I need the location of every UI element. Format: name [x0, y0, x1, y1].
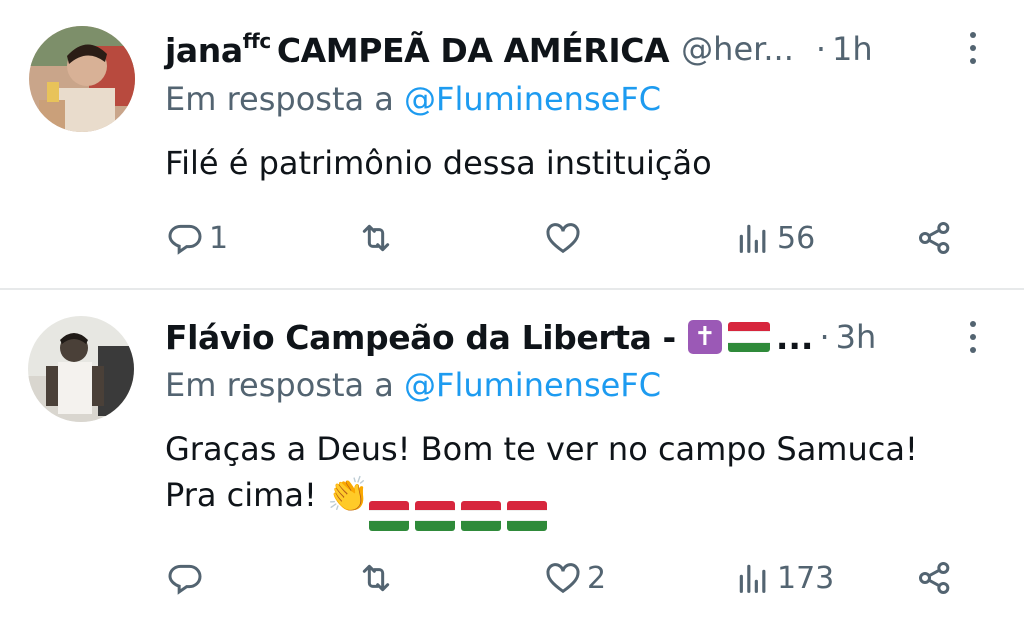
- name-emoji-badges: ✝ ...: [687, 317, 814, 357]
- tricolor-flag-emoji: [415, 500, 456, 531]
- more-icon[interactable]: [968, 32, 978, 64]
- like-button[interactable]: [543, 218, 587, 258]
- timestamp[interactable]: 3h: [836, 318, 877, 356]
- tweet-text-line: Pra cima! 👏: [165, 472, 994, 531]
- view-count: 56: [777, 220, 816, 256]
- reply-tweet[interactable]: janaffc CAMPEÃ DA AMÉRICA @her... · 1h Em…: [0, 0, 1024, 290]
- avatar[interactable]: [29, 26, 135, 132]
- name-superscript: ffc: [242, 28, 271, 53]
- tricolor-flag-emoji: [369, 500, 410, 531]
- reply-context: Em resposta a @FluminenseFC: [165, 80, 661, 118]
- separator-dot: ·: [815, 30, 827, 68]
- user-handle[interactable]: @her...: [681, 30, 794, 68]
- share-icon: [918, 561, 950, 595]
- views-icon: [739, 564, 766, 593]
- tricolor-flag-emoji: [461, 500, 502, 531]
- reply-context: Em resposta a @FluminenseFC: [165, 366, 661, 404]
- like-icon: [546, 563, 580, 594]
- share-button[interactable]: [915, 218, 955, 258]
- tricolor-flag-emoji: [727, 322, 770, 352]
- reply-button[interactable]: 1: [165, 218, 228, 258]
- display-name[interactable]: Flávio Campeão da Liberta -: [165, 318, 676, 357]
- replies-feed: janaffc CAMPEÃ DA AMÉRICA @her... · 1h Em…: [0, 0, 1024, 629]
- retweet-button[interactable]: [356, 558, 400, 598]
- views-button[interactable]: 173: [733, 558, 834, 598]
- name-truncation: ...: [775, 317, 814, 357]
- tweet-text: Graças a Deus! Bom te ver no campo Samuc…: [165, 426, 994, 531]
- like-button[interactable]: 2: [543, 558, 606, 598]
- display-name[interactable]: janaffc CAMPEÃ DA AMÉRICA: [165, 28, 670, 70]
- action-bar: 1 56: [0, 218, 1024, 258]
- tricolor-flag-emoji: [507, 500, 548, 531]
- views-icon: [739, 224, 766, 253]
- reply-count: 1: [209, 220, 229, 256]
- cross-emoji: ✝: [687, 320, 722, 354]
- share-icon: [918, 221, 950, 255]
- retweet-icon: [362, 564, 390, 592]
- separator-dot: ·: [819, 318, 830, 356]
- reply-mention-link[interactable]: @FluminenseFC: [404, 366, 661, 404]
- reply-prefix: Em resposta a: [165, 80, 394, 118]
- reply-button[interactable]: [165, 558, 209, 598]
- tweet-header: Flávio Campeão da Liberta - ✝ ... · 3h: [165, 315, 984, 359]
- tweet-text: Filé é patrimônio dessa instituição: [165, 144, 712, 182]
- tweet-header: janaffc CAMPEÃ DA AMÉRICA @her... · 1h: [165, 27, 984, 71]
- like-icon: [546, 223, 580, 254]
- reply-icon: [168, 564, 202, 595]
- avatar[interactable]: [28, 316, 134, 422]
- view-count: 173: [777, 560, 835, 596]
- like-count: 2: [587, 560, 607, 596]
- retweet-button[interactable]: [356, 218, 400, 258]
- reply-prefix: Em resposta a: [165, 366, 394, 404]
- reply-icon: [168, 224, 202, 255]
- views-button[interactable]: 56: [733, 218, 815, 258]
- clap-emoji: 👏: [326, 475, 370, 515]
- timestamp[interactable]: 1h: [832, 30, 873, 68]
- retweet-icon: [362, 224, 390, 252]
- reply-mention-link[interactable]: @FluminenseFC: [404, 80, 661, 118]
- tweet-text-line: Graças a Deus! Bom te ver no campo Samuc…: [165, 430, 918, 468]
- reply-tweet[interactable]: Flávio Campeão da Liberta - ✝ ... · 3h E…: [0, 290, 1024, 629]
- action-bar: 2 173: [0, 558, 1024, 598]
- share-button[interactable]: [915, 558, 955, 598]
- more-icon[interactable]: [968, 321, 978, 353]
